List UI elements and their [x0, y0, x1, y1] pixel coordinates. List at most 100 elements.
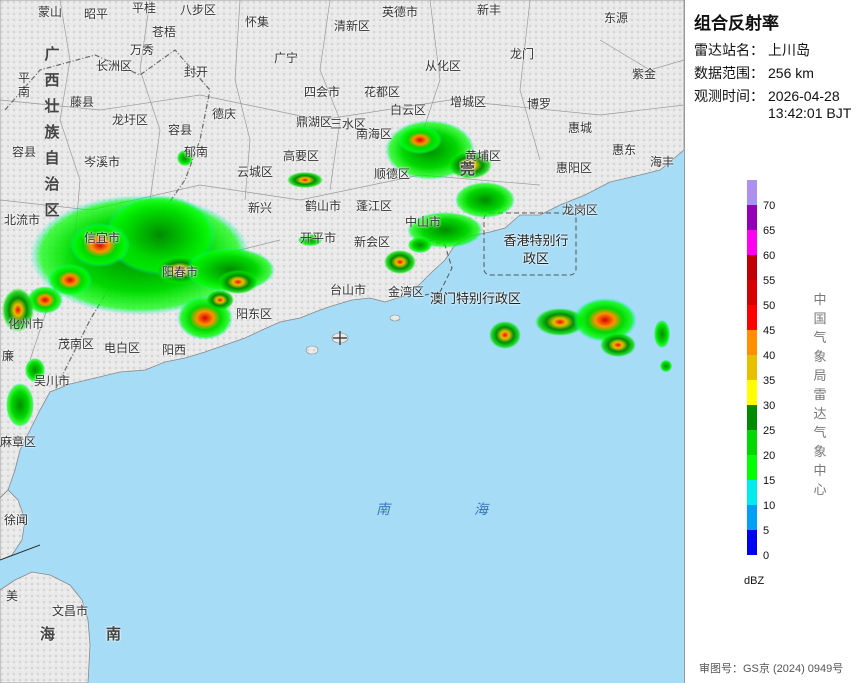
legend-tick-label: 10 — [763, 500, 776, 512]
organization-text: 中国气象局雷达气象中心 — [813, 292, 827, 497]
legend-tick-label: 45 — [763, 325, 776, 337]
legend-tick-label: 5 — [763, 525, 770, 537]
place-label: 白云区 — [390, 103, 427, 117]
place-label: 开平市 — [300, 231, 337, 245]
legend-swatch — [747, 530, 757, 555]
legend-tick-label: 60 — [763, 250, 776, 262]
place-label: 怀集 — [245, 15, 270, 29]
place-label: 容县 — [168, 123, 193, 137]
legend-swatch — [747, 180, 757, 205]
place-label: 龙圩区 — [112, 113, 149, 127]
hainan-label: 海 — [40, 626, 56, 643]
sea-label: 海 — [474, 501, 494, 517]
place-label: 北流市 — [4, 213, 41, 227]
guangxi-region-label: 广西壮族自治区 — [44, 42, 60, 224]
legend-tick-label: 0 — [763, 550, 770, 562]
panel-title: 组合反射率 — [694, 14, 779, 33]
place-label: 平 — [18, 71, 31, 85]
legend-unit: dBZ — [744, 575, 765, 587]
legend-swatch — [747, 255, 757, 280]
place-label: 昭平 — [84, 7, 109, 21]
radar-map[interactable]: 广西壮族自治区 蒙山 昭平 平桂 八步区 怀集 清新区 英德市 新丰 东源 平 … — [0, 0, 684, 683]
place-label: 万秀 — [130, 43, 155, 57]
hk-label-text: 香港特别行政区 — [503, 233, 569, 266]
place-label: 惠城 — [568, 121, 593, 135]
hainan-label: 南 — [106, 626, 122, 643]
range-key: 数据范围： — [694, 65, 764, 81]
hk-label: 香港特别行政区 — [502, 232, 570, 268]
time-row-2: 13:42:01 BJT — [768, 105, 851, 121]
place-label: 广宁 — [274, 51, 299, 65]
place-label: 蒙山 — [38, 5, 63, 19]
legend-tick-label: 25 — [763, 425, 776, 437]
place-label: 阳西 — [162, 343, 187, 357]
sea-label: 南 — [376, 501, 396, 517]
place-label: 南海区 — [356, 127, 393, 141]
place-label: 鹤山市 — [305, 199, 342, 213]
legend-swatch — [747, 355, 757, 380]
legend-swatch — [747, 280, 757, 305]
legend-swatch — [747, 305, 757, 330]
place-label: 信宜市 — [84, 231, 121, 245]
station-value: 上川岛 — [768, 42, 810, 58]
place-label: 新丰 — [477, 3, 502, 17]
legend-tick-label: 40 — [763, 350, 776, 362]
range-value: 256 km — [768, 65, 814, 81]
legend-tick-label: 50 — [763, 300, 776, 312]
place-label: 龙门 — [510, 47, 535, 61]
place-label: 南 — [18, 85, 31, 99]
place-label: 台山市 — [330, 283, 367, 297]
place-label: 平桂 — [132, 1, 157, 15]
legend-tick-label: 35 — [763, 375, 776, 387]
xiachuan-island — [305, 345, 319, 355]
legend-swatch — [747, 455, 757, 480]
place-label: 封开 — [184, 65, 209, 79]
legend-swatch — [747, 230, 757, 255]
place-label: 长洲区 — [96, 59, 133, 73]
time-value: 2026-04-28 — [768, 88, 840, 104]
legend-tick-label: 70 — [763, 200, 776, 212]
legend-tick-label: 20 — [763, 450, 776, 462]
place-label: 惠阳区 — [556, 161, 593, 175]
time-value-2: 13:42:01 BJT — [768, 105, 852, 121]
place-label: 吴川市 — [34, 374, 71, 388]
place-label: 阳东区 — [236, 307, 273, 321]
place-label: 英德市 — [382, 5, 419, 19]
place-label: 金湾区 — [388, 285, 425, 299]
region-name: 广西壮族自治区 — [44, 46, 60, 219]
place-label: 清新区 — [334, 19, 371, 33]
place-label: 莞 — [460, 161, 476, 178]
place-label: 鼎湖区 — [296, 115, 333, 129]
station-row: 雷达站名： 上川岛 — [694, 40, 810, 60]
place-label: 中山市 — [405, 215, 442, 229]
place-label: 电白区 — [104, 341, 141, 355]
map-canvas — [0, 0, 684, 683]
place-label: 高要区 — [283, 149, 320, 163]
place-label: 海丰 — [650, 155, 675, 169]
place-label: 阳春市 — [162, 265, 199, 279]
legend-tick-label: 15 — [763, 475, 776, 487]
place-label: 云城区 — [237, 165, 274, 179]
legend-swatch — [747, 405, 757, 430]
place-label: 麻章区 — [0, 435, 37, 449]
place-label: 容县 — [12, 145, 37, 159]
place-label: 藤县 — [70, 95, 95, 109]
time-row: 观测时间： 2026-04-28 — [694, 86, 840, 106]
macau-label: 澳门特别行政区 — [430, 291, 522, 306]
legend-tick-label: 65 — [763, 225, 776, 237]
place-label: 蓬江区 — [356, 199, 393, 213]
place-label: 廉 — [2, 349, 15, 363]
map-approval-number: 审图号：GS京 (2024) 0949号 — [699, 663, 844, 675]
place-label: 东源 — [604, 11, 629, 25]
legend-swatch — [747, 480, 757, 505]
place-label: 岑溪市 — [84, 155, 121, 169]
time-key: 观测时间： — [694, 88, 764, 104]
place-label: 花都区 — [364, 85, 401, 99]
place-label: 茂南区 — [58, 337, 95, 351]
legend-tick-label: 30 — [763, 400, 776, 412]
place-label: 新会区 — [354, 235, 391, 249]
place-label: 郁南 — [184, 145, 209, 159]
legend-swatch — [747, 380, 757, 405]
island — [389, 314, 401, 322]
legend-swatch — [747, 205, 757, 230]
